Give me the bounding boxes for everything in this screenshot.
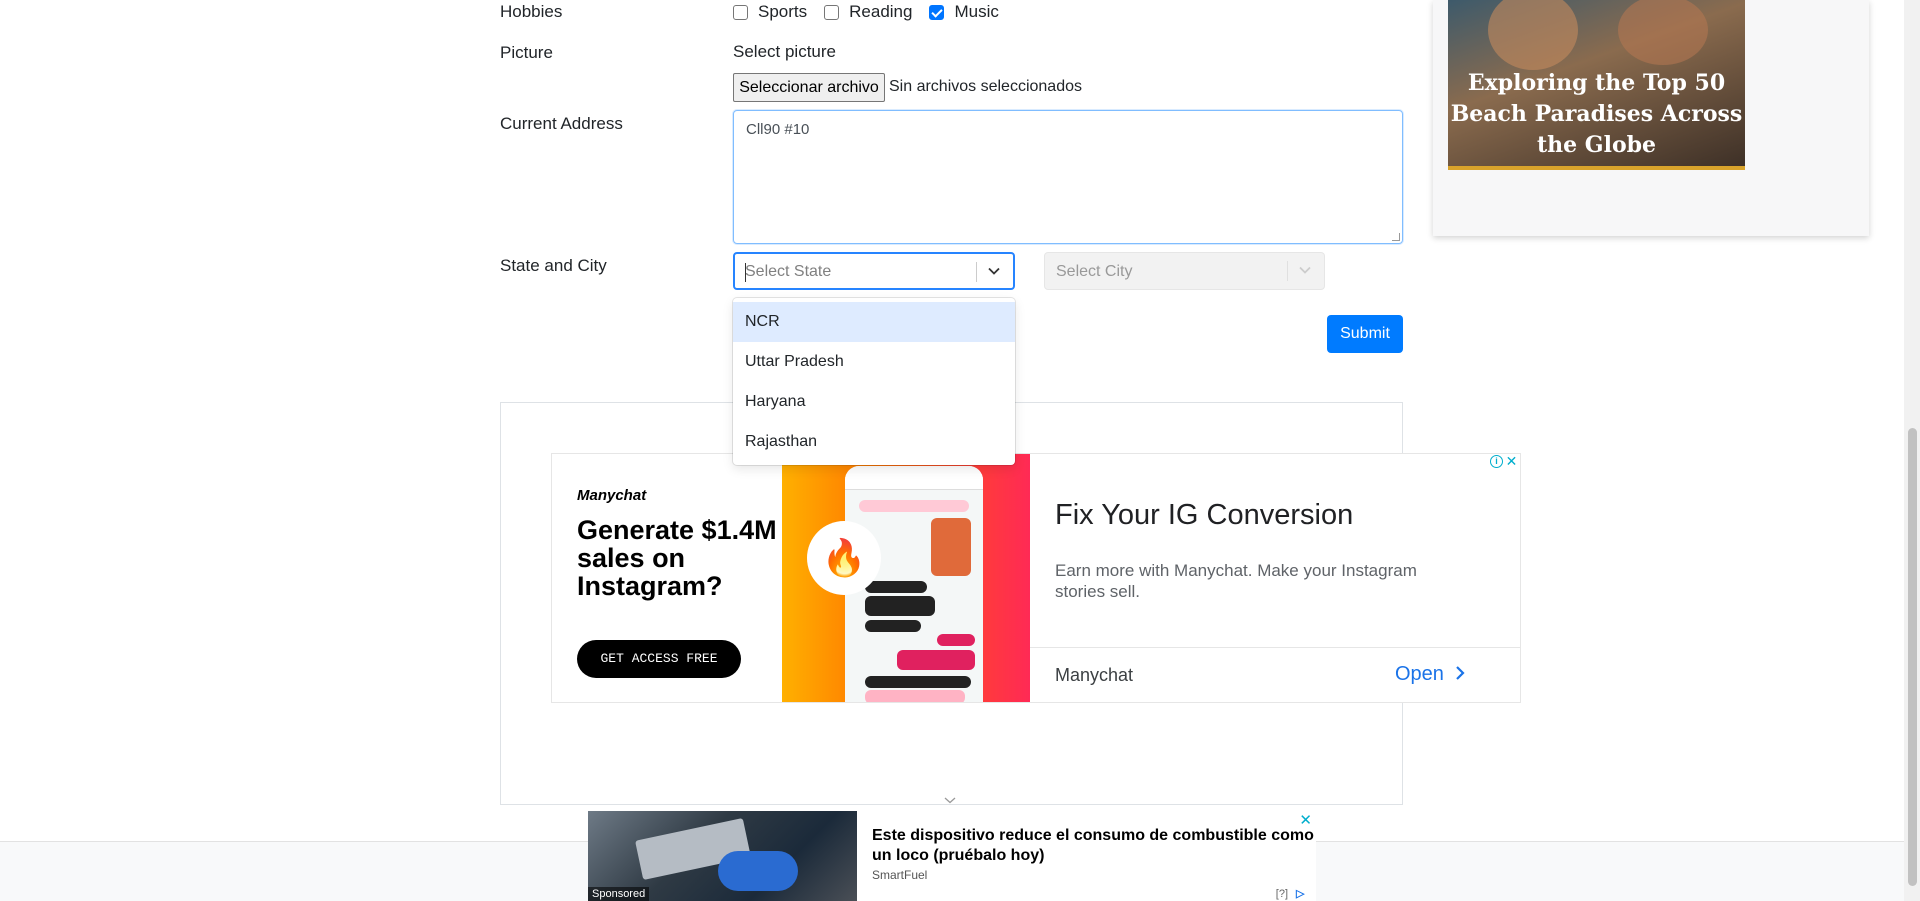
side-ad[interactable]: Exploring the Top 50 Beach Paradises Acr…: [1433, 0, 1869, 236]
select-separator: [976, 262, 977, 282]
hobby-sports[interactable]: Sports: [733, 2, 807, 22]
state-select[interactable]: Select State: [733, 252, 1015, 290]
ad-open-label[interactable]: Open: [1395, 663, 1444, 685]
state-city-label: State and City: [500, 256, 607, 275]
chat-bubble: [937, 634, 975, 646]
chat-bubble: [865, 676, 971, 688]
native-ad-brand: SmartFuel: [872, 868, 928, 882]
image-shape: [1488, 0, 1578, 70]
ad-headline: Generate $1.4M sales on Instagram?: [577, 515, 777, 601]
state-option-uttar-pradesh[interactable]: Uttar Pradesh: [733, 342, 1015, 382]
reading-label[interactable]: Reading: [849, 2, 912, 22]
state-option-rajasthan[interactable]: Rajasthan: [733, 422, 1015, 462]
native-ad-image[interactable]: Sponsored: [588, 811, 857, 901]
fire-icon: 🔥: [807, 521, 881, 595]
ad-open-button[interactable]: Open: [1395, 663, 1466, 686]
ad-left-panel: Manychat Generate $1.4M sales on Instagr…: [552, 454, 782, 702]
hobbies-group: Sports Reading Music: [733, 2, 1016, 22]
chat-bubble: [897, 650, 975, 670]
select-separator: [1287, 261, 1288, 281]
beach-ad-image[interactable]: Exploring the Top 50 Beach Paradises Acr…: [1448, 0, 1745, 170]
vertical-scrollbar[interactable]: [1904, 0, 1920, 901]
music-label[interactable]: Music: [954, 2, 998, 22]
file-upload-button[interactable]: Seleccionar archivo: [733, 73, 885, 102]
info-icon[interactable]: i: [1490, 455, 1503, 468]
state-placeholder: Select State: [745, 263, 832, 280]
close-icon[interactable]: ✕: [1505, 454, 1518, 468]
close-icon[interactable]: ✕: [1299, 811, 1312, 829]
text-caret: [745, 263, 746, 282]
city-placeholder: Select City: [1056, 263, 1133, 280]
address-label: Current Address: [500, 114, 623, 133]
state-option-haryana[interactable]: Haryana: [733, 382, 1015, 422]
chevron-down-icon[interactable]: [1298, 263, 1312, 277]
chat-bubble: [865, 690, 965, 702]
ad-description: Earn more with Manychat. Make your Insta…: [1055, 561, 1417, 601]
adchoices[interactable]: i ✕: [1490, 454, 1520, 469]
ad-help-link[interactable]: [?]: [1276, 888, 1288, 900]
sports-checkbox[interactable]: [733, 4, 748, 20]
chat-bubble: [865, 581, 927, 593]
ad-right-panel: Fix Your IG Conversion Earn more with Ma…: [1030, 454, 1520, 702]
ad-title[interactable]: Fix Your IG Conversion: [1055, 499, 1353, 532]
ad-phone-visual: 🔥: [782, 454, 1030, 702]
adchoices-icon[interactable]: ▷: [1296, 887, 1312, 900]
sponsored-badge: Sponsored: [588, 887, 650, 901]
hobbies-label: Hobbies: [500, 2, 563, 21]
ad-brand-logo: Manychat: [577, 487, 647, 504]
music-checkbox[interactable]: [929, 4, 945, 20]
chevron-down-icon[interactable]: [987, 264, 1001, 278]
image-shape: [1618, 0, 1708, 65]
manychat-ad[interactable]: Manychat Generate $1.4M sales on Instagr…: [551, 453, 1521, 703]
side-ad-title[interactable]: Exploring the Top 50 Beach Paradises Acr…: [1448, 68, 1745, 161]
ad-advertiser: Manychat: [1055, 665, 1134, 685]
chat-bubble: [865, 620, 921, 632]
sports-label[interactable]: Sports: [758, 2, 807, 22]
ad-cta-button[interactable]: GET ACCESS FREE: [577, 640, 741, 678]
state-option-ncr[interactable]: NCR: [733, 302, 1015, 342]
image-shape: [718, 851, 798, 891]
state-dropdown-menu: NCR Uttar Pradesh Haryana Rajasthan: [733, 298, 1015, 465]
chevron-right-icon[interactable]: [1454, 665, 1466, 681]
submit-button[interactable]: Submit: [1327, 315, 1403, 353]
city-select[interactable]: Select City: [1044, 252, 1325, 290]
chat-image: [931, 518, 971, 576]
reading-checkbox[interactable]: [824, 4, 840, 20]
chat-bubble: [859, 500, 969, 512]
chevron-down-icon[interactable]: [944, 794, 956, 806]
native-ad-title[interactable]: Este dispositivo reduce el consumo de co…: [872, 826, 1316, 866]
select-picture-label: Select picture: [733, 42, 836, 61]
address-value: Cll90 #10: [746, 121, 810, 138]
phone-header: [845, 466, 983, 490]
hobby-music[interactable]: Music: [929, 2, 999, 22]
scrollbar-thumb[interactable]: [1908, 428, 1917, 886]
resize-grip-icon[interactable]: [1392, 233, 1400, 241]
hobby-reading[interactable]: Reading: [824, 2, 912, 22]
native-ad[interactable]: Sponsored Este dispositivo reduce el con…: [588, 811, 1316, 901]
picture-label: Picture: [500, 43, 553, 62]
side-ad-underline: [1448, 166, 1745, 170]
chat-bubble: [865, 596, 935, 616]
file-status-text: Sin archivos seleccionados: [889, 78, 1082, 95]
ad-divider: [1030, 647, 1520, 648]
current-address-textarea[interactable]: Cll90 #10: [733, 110, 1403, 244]
